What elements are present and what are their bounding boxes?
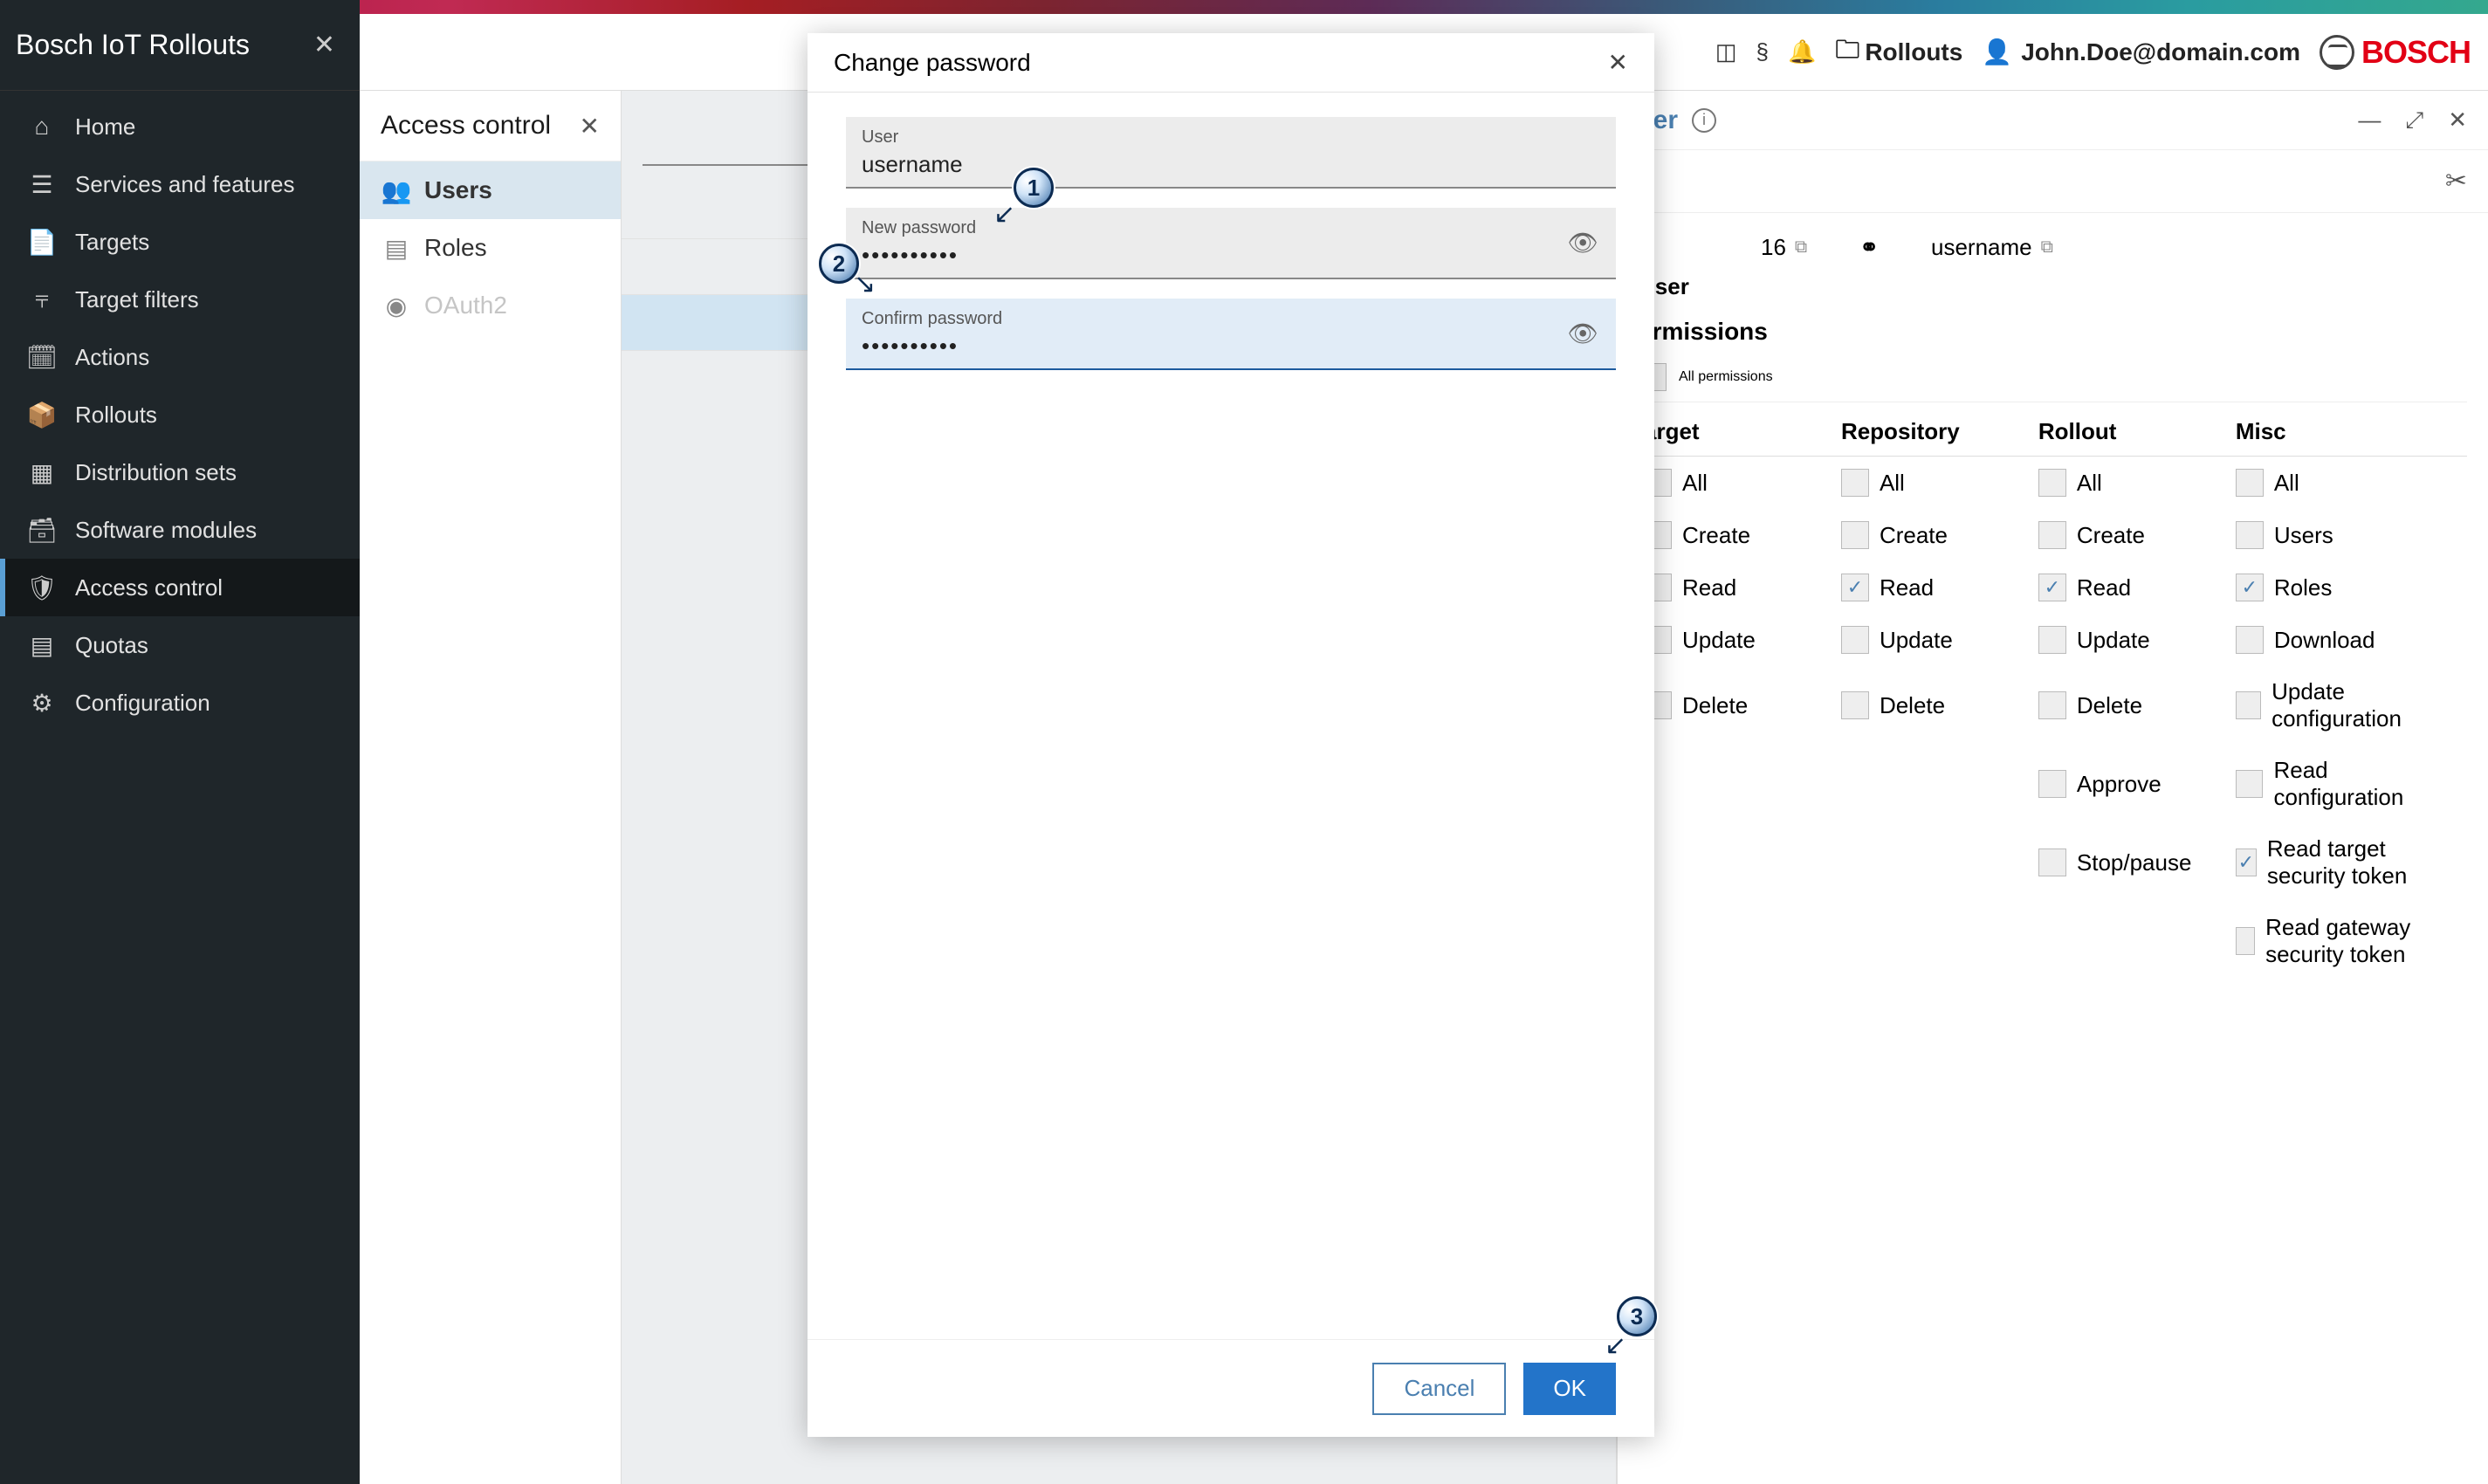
- modal-overlay: Change password ✕ User username New pass…: [0, 0, 2488, 1484]
- modal-close-icon[interactable]: ✕: [1608, 48, 1628, 77]
- confirm-password-label: Confirm password: [862, 309, 1600, 329]
- change-password-modal: Change password ✕ User username New pass…: [808, 33, 1654, 1437]
- show-password-icon[interactable]: 👁: [1567, 319, 1598, 348]
- confirm-password-field[interactable]: Confirm password •••••••••• 👁: [846, 299, 1616, 370]
- callout-arrow-icon: ↙: [1605, 1330, 1626, 1361]
- callout-3: 3: [1617, 1296, 1657, 1336]
- user-field-label: User: [862, 127, 1600, 148]
- user-field: User username: [846, 117, 1616, 189]
- new-password-field[interactable]: New password •••••••••• 👁: [846, 208, 1616, 279]
- show-password-icon[interactable]: 👁: [1567, 229, 1598, 258]
- ok-button[interactable]: OK: [1523, 1363, 1616, 1415]
- confirm-password-value: ••••••••••: [862, 333, 1600, 360]
- new-password-value: ••••••••••: [862, 242, 1600, 269]
- modal-title: Change password: [834, 49, 1031, 77]
- user-field-value: username: [862, 151, 1600, 178]
- callout-arrow-icon: ↘: [854, 269, 876, 299]
- callout-2: 2: [819, 244, 859, 284]
- cancel-button[interactable]: Cancel: [1372, 1363, 1506, 1415]
- new-password-label: New password: [862, 218, 1600, 238]
- callout-arrow-icon: ↙: [993, 199, 1015, 230]
- callout-1: 1: [1014, 168, 1054, 208]
